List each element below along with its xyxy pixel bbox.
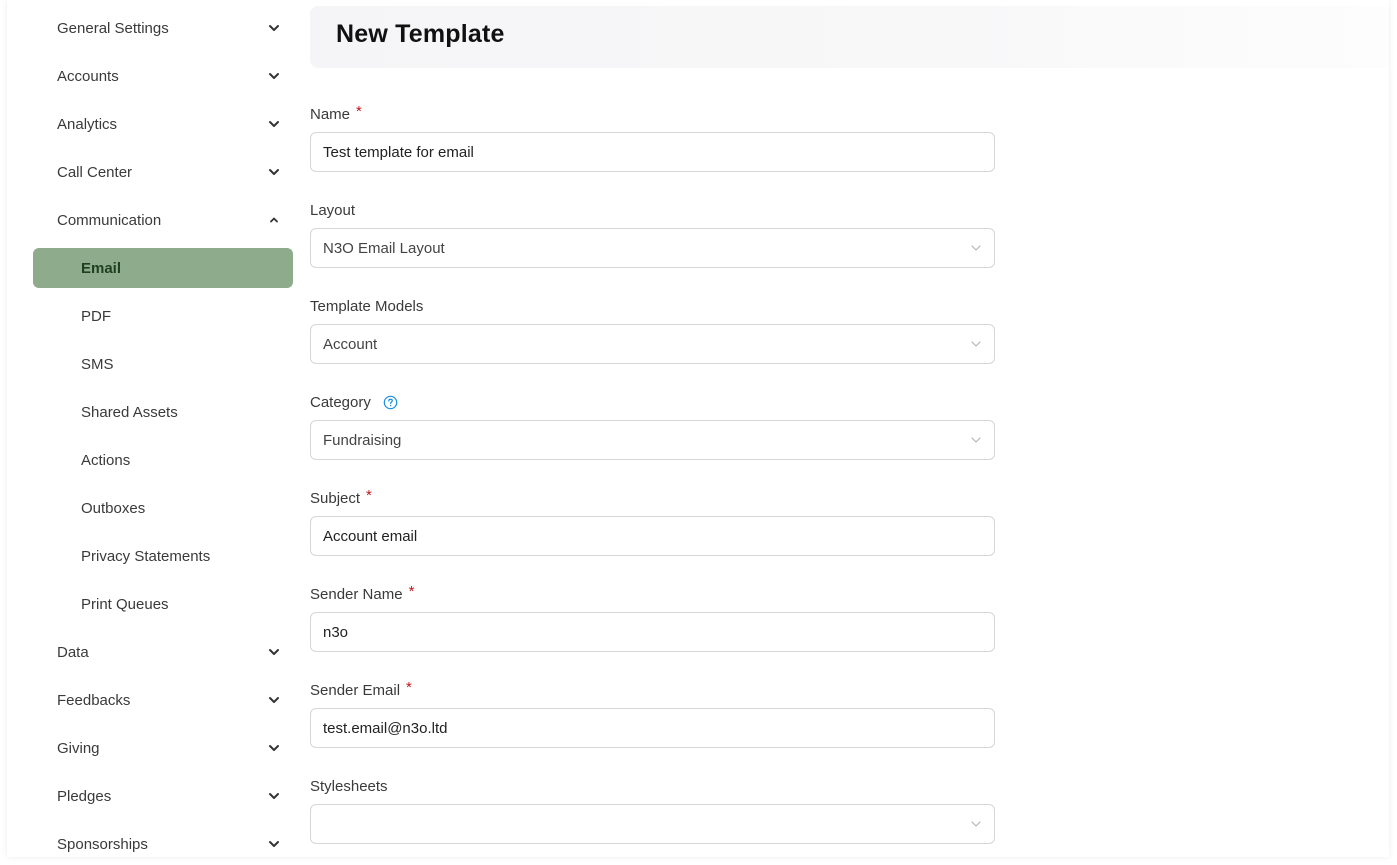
- sender-email-label: Sender Email *: [310, 679, 412, 699]
- sender-email-field-value: test.email@n3o.ltd: [323, 719, 448, 737]
- sidebar-subitem-sms[interactable]: SMS: [81, 352, 114, 376]
- stylesheets-label: Stylesheets: [310, 778, 388, 795]
- chevron-up-icon: [267, 213, 281, 227]
- sidebar-subitem-label: Print Queues: [81, 595, 169, 613]
- name-field-value: Test template for email: [323, 143, 474, 161]
- sidebar-subitem-label: SMS: [81, 355, 114, 373]
- layout-select[interactable]: N3O Email Layout: [310, 228, 995, 268]
- sidebar-subitem-actions[interactable]: Actions: [81, 448, 130, 472]
- sidebar-item-communication[interactable]: Communication: [57, 208, 281, 232]
- chevron-down-icon: [971, 341, 981, 347]
- chevron-down-icon: [267, 645, 281, 659]
- sidebar: General Settings Accounts Analytics Call…: [7, 0, 307, 857]
- field-label-text: Stylesheets: [310, 778, 388, 795]
- template-models-select-value: Account: [323, 335, 378, 353]
- sidebar-subitem-label: Privacy Statements: [81, 547, 211, 565]
- sidebar-subitem-pdf[interactable]: PDF: [81, 304, 111, 328]
- sidebar-subitem-label: Shared Assets: [81, 403, 178, 421]
- chevron-down-icon: [267, 117, 281, 131]
- required-marker: *: [366, 487, 372, 504]
- sidebar-item-pledges[interactable]: Pledges: [57, 784, 281, 808]
- sidebar-item-label: Call Center: [57, 163, 133, 181]
- sidebar-subitem-label: Email: [81, 259, 122, 277]
- sidebar-subitem-label: Outboxes: [81, 499, 146, 517]
- app-frame: General Settings Accounts Analytics Call…: [7, 0, 1389, 857]
- sidebar-subitem-label: Actions: [81, 451, 131, 469]
- chevron-down-icon: [267, 837, 281, 851]
- page-title: New Template: [336, 20, 505, 48]
- layout-select-value: N3O Email Layout: [323, 239, 445, 257]
- name-field[interactable]: Test template for email: [310, 132, 995, 172]
- field-label-text: Template Models: [310, 298, 424, 315]
- category-select[interactable]: Fundraising: [310, 420, 995, 460]
- chevron-down-icon: [267, 693, 281, 707]
- sidebar-subitem-privacy-statements[interactable]: Privacy Statements: [81, 544, 210, 568]
- field-label-text: Sender Email: [310, 682, 401, 699]
- sidebar-item-feedbacks[interactable]: Feedbacks: [57, 688, 281, 712]
- sidebar-subitem-label: PDF: [81, 307, 111, 325]
- sidebar-item-giving[interactable]: Giving: [57, 736, 281, 760]
- field-label-text: Category: [310, 394, 371, 411]
- sidebar-item-label: Pledges: [57, 787, 112, 805]
- sidebar-item-label: Accounts: [57, 67, 119, 85]
- chevron-down-icon: [267, 741, 281, 755]
- sidebar-subitem-shared-assets[interactable]: Shared Assets: [81, 400, 178, 424]
- sidebar-item-label: Data: [57, 643, 89, 661]
- sidebar-item-label: Feedbacks: [57, 691, 131, 709]
- sidebar-item-analytics[interactable]: Analytics: [57, 112, 281, 136]
- sidebar-item-label: Communication: [57, 211, 162, 229]
- sidebar-item-label: Sponsorships: [57, 835, 148, 853]
- category-select-value: Fundraising: [323, 431, 402, 449]
- chevron-down-icon: [971, 245, 981, 251]
- chevron-down-icon: [267, 789, 281, 803]
- required-marker: *: [408, 583, 415, 600]
- name-label: Name *: [310, 103, 362, 123]
- stylesheets-select[interactable]: [310, 804, 995, 844]
- sender-name-field-value: n3o: [323, 623, 349, 641]
- sidebar-item-general-settings[interactable]: General Settings: [57, 16, 281, 40]
- field-label-text: Layout: [310, 202, 356, 219]
- required-marker: *: [406, 679, 412, 696]
- chevron-down-icon: [267, 21, 281, 35]
- field-label-text: Subject: [310, 490, 361, 507]
- chevron-down-icon: [267, 69, 281, 83]
- question-circle-icon[interactable]: [383, 395, 398, 410]
- sidebar-item-label: General Settings: [57, 19, 169, 37]
- sidebar-item-sponsorships[interactable]: Sponsorships: [57, 832, 281, 856]
- sender-email-field[interactable]: test.email@n3o.ltd: [310, 708, 995, 748]
- sidebar-item-call-center[interactable]: Call Center: [57, 160, 281, 184]
- sidebar-subitem-email[interactable]: Email: [33, 248, 293, 288]
- chevron-down-icon: [267, 165, 281, 179]
- field-label-text: Sender Name: [310, 586, 403, 603]
- subject-field-value: Account email: [323, 527, 418, 545]
- category-label: Category: [310, 394, 398, 411]
- sidebar-subitem-print-queues[interactable]: Print Queues: [81, 592, 169, 616]
- sidebar-item-label: Analytics: [57, 115, 118, 133]
- sidebar-item-accounts[interactable]: Accounts: [57, 64, 281, 88]
- chevron-down-icon: [971, 821, 981, 827]
- template-models-select[interactable]: Account: [310, 324, 995, 364]
- sidebar-item-data[interactable]: Data: [57, 640, 281, 664]
- field-label-text: Name: [310, 106, 351, 123]
- page-header: New Template: [310, 6, 1389, 68]
- sender-name-field[interactable]: n3o: [310, 612, 995, 652]
- subject-field[interactable]: Account email: [310, 516, 995, 556]
- sidebar-subitem-outboxes[interactable]: Outboxes: [81, 496, 145, 520]
- chevron-down-icon: [971, 437, 981, 443]
- sidebar-item-label: Giving: [57, 739, 100, 757]
- required-marker: *: [356, 103, 362, 120]
- template-models-label: Template Models: [310, 298, 423, 315]
- subject-label: Subject *: [310, 487, 372, 507]
- layout-label: Layout: [310, 202, 355, 219]
- sender-name-label: Sender Name *: [310, 583, 415, 603]
